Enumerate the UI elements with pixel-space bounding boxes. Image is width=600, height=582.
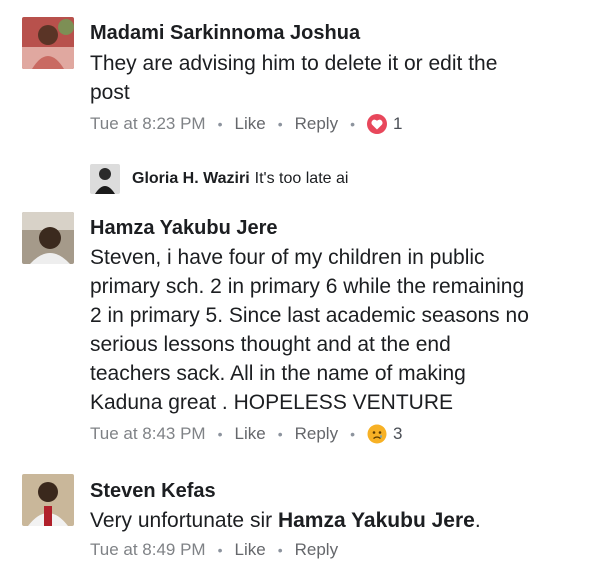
reply-button[interactable]: Reply [295,540,338,560]
mention-link[interactable]: Hamza Yakubu Jere [278,509,475,532]
timestamp[interactable]: Tue at 8:49 PM [90,540,206,560]
separator: • [350,426,355,442]
sad-face-icon[interactable] [367,424,387,444]
separator: • [277,542,283,558]
separator: • [217,116,223,132]
separator: • [277,426,283,442]
comment-text-line: Steven, i have four of my children in pu… [90,246,485,269]
reply-text: It's too late ai [254,170,349,187]
comment-text-line: post [90,81,130,104]
reply-preview[interactable]: Gloria H. Waziri It's too late ai [90,164,348,194]
comment-text-line: teachers sack. All in the name of making [90,362,466,385]
comment-text-line: Kaduna great . HOPELESS VENTURE [90,391,453,414]
comment-author[interactable]: Hamza Yakubu Jere [90,217,278,240]
avatar[interactable] [90,164,120,194]
comment-text-suffix: . [474,509,481,532]
separator: • [350,116,355,132]
timestamp[interactable]: Tue at 8:23 PM [90,114,206,134]
comment-author[interactable]: Madami Sarkinnoma Joshua [90,22,360,45]
reply-author[interactable]: Gloria H. Waziri [132,170,250,188]
comment-text-line: serious lessons thought and at the end [90,333,451,356]
like-button[interactable]: Like [235,114,266,134]
like-button[interactable]: Like [235,540,266,560]
reply-button[interactable]: Reply [295,114,338,134]
comment-meta: Tue at 8:23 PM • Like • Reply • 1 [90,114,402,134]
comment-author[interactable]: Steven Kefas [90,480,216,503]
avatar[interactable] [22,212,74,264]
reply-button[interactable]: Reply [295,424,338,444]
comment-text: They are advising him to delete it or ed… [90,49,590,107]
comment-meta: Tue at 8:43 PM • Like • Reply • 3 [90,424,402,444]
reaction-count[interactable]: 1 [393,114,402,134]
comment-text-line: They are advising him to delete it or ed… [90,52,498,75]
separator: • [217,542,223,558]
heart-icon[interactable] [366,114,387,134]
separator: • [277,116,283,132]
separator: • [217,426,223,442]
avatar[interactable] [22,17,74,69]
comment-text-prefix: Very unfortunate sir [90,509,278,532]
comment-text: Very unfortunate sir Hamza Yakubu Jere. [90,506,590,535]
avatar[interactable] [22,474,74,526]
comment-meta: Tue at 8:49 PM • Like • Reply [90,540,338,560]
comment-text-line: primary sch. 2 in primary 6 while the re… [90,275,525,298]
comment-text-line: 2 in primary 5. Since last academic seas… [90,304,529,327]
like-button[interactable]: Like [235,424,266,444]
timestamp[interactable]: Tue at 8:43 PM [90,424,206,444]
reaction-count[interactable]: 3 [393,424,402,444]
comment-text: Steven, i have four of my children in pu… [90,243,590,417]
